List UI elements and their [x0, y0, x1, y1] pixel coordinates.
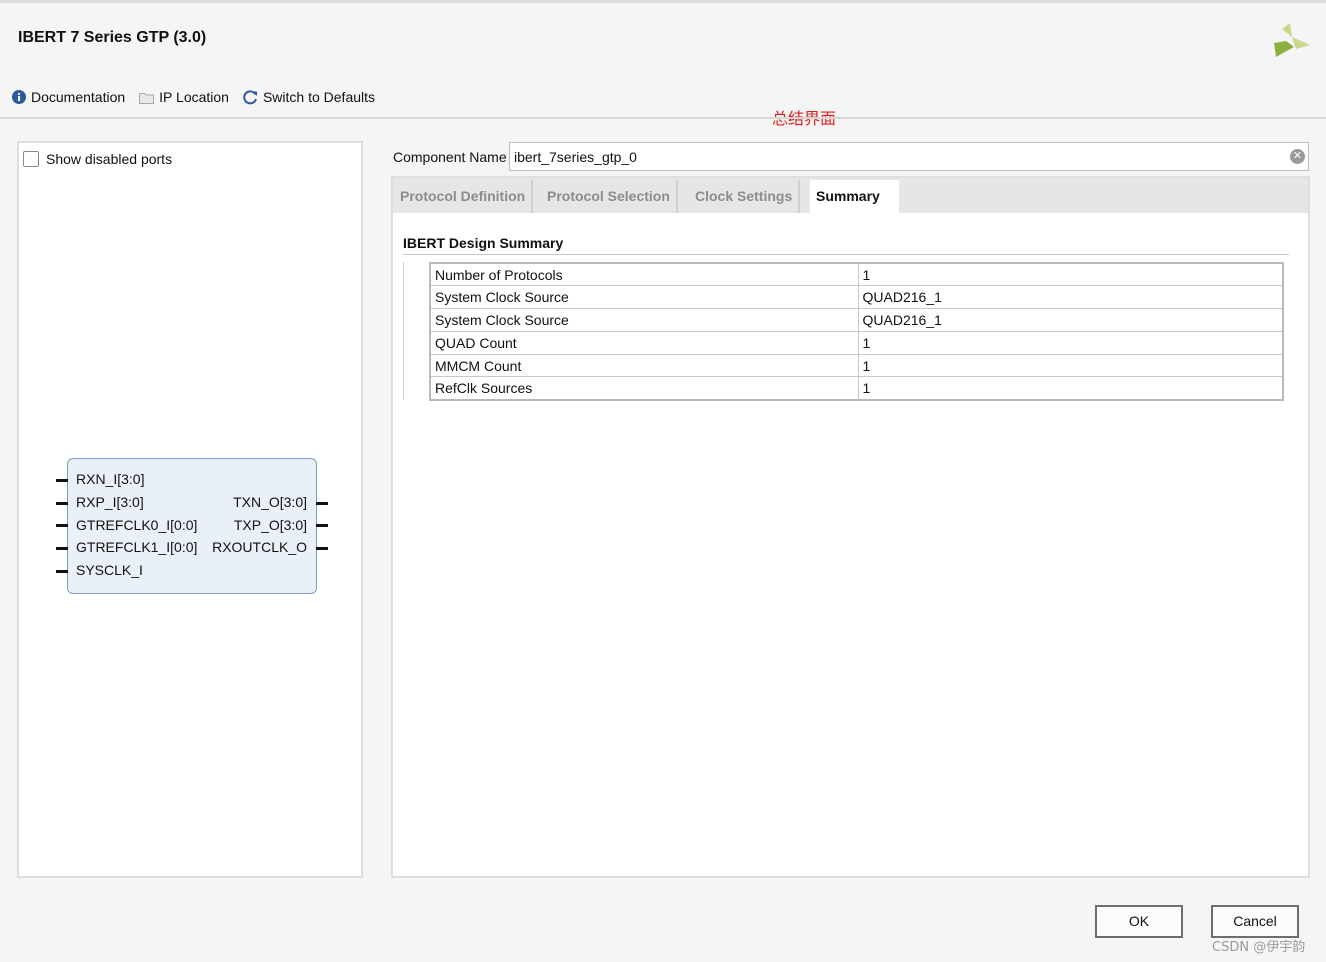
summary-key: Number of Protocols: [430, 263, 859, 287]
ok-button[interactable]: OK: [1095, 905, 1183, 938]
table-row: MMCM Count 1: [430, 354, 1283, 378]
output-port-label: RXOUTCLK_O: [212, 539, 307, 555]
summary-key: System Clock Source: [430, 285, 859, 310]
input-port-label: SYSCLK_I: [76, 562, 143, 578]
ip-location-label: IP Location: [159, 89, 229, 105]
input-port-label: GTREFCLK0_I[0:0]: [76, 517, 198, 533]
input-port-label: RXN_I[3:0]: [76, 471, 145, 487]
tab-protocol-definition[interactable]: Protocol Definition: [394, 180, 534, 213]
summary-key: MMCM Count: [430, 354, 859, 378]
table-row: System Clock Source QUAD216_1: [430, 285, 1283, 310]
input-port-label: RXP_I[3:0]: [76, 494, 144, 510]
summary-value: 1: [862, 380, 871, 397]
refresh-icon: [243, 89, 257, 104]
summary-key: QUAD Count: [430, 331, 859, 355]
component-name-label: Component Name: [393, 149, 507, 165]
summary-divider: [403, 254, 1289, 255]
config-panel: Protocol Definition Protocol Selection C…: [391, 176, 1310, 878]
header-divider: [0, 117, 1326, 119]
info-icon: [12, 90, 26, 104]
port-pin: [56, 502, 68, 505]
documentation-label: Documentation: [31, 89, 126, 105]
tab-summary[interactable]: Summary: [810, 180, 899, 213]
summary-table: Number of Protocols 1 System Clock Sourc…: [429, 262, 1284, 401]
summary-value: 1: [858, 354, 1283, 378]
summary-indent: [403, 262, 428, 400]
summary-value: QUAD216_1: [858, 308, 1283, 332]
toolbar: Documentation IP Location Switch to Defa…: [12, 88, 375, 106]
xilinx-logo-icon: [1274, 23, 1310, 57]
symbol-panel: Show disabled ports RXN_I[3:0] RXP_I[3:0…: [17, 141, 363, 878]
table-row: QUAD Count 1: [430, 331, 1283, 355]
dialog-title: IBERT 7 Series GTP (3.0): [18, 29, 207, 46]
component-name-input[interactable]: [509, 142, 1309, 171]
summary-title: IBERT Design Summary: [403, 235, 564, 251]
folder-icon: [139, 92, 155, 104]
documentation-button[interactable]: Documentation: [12, 89, 125, 105]
table-row: RefClk Sources 1: [430, 376, 1283, 400]
show-disabled-ports-checkbox[interactable]: [23, 151, 39, 167]
port-pin: [316, 547, 328, 550]
summary-key: System Clock Source: [430, 308, 859, 332]
table-row: System Clock Source QUAD216_1: [430, 308, 1283, 332]
summary-value: QUAD216_1: [858, 285, 1283, 310]
ip-symbol-block: RXN_I[3:0] RXP_I[3:0] GTREFCLK0_I[0:0] G…: [56, 458, 328, 594]
show-disabled-ports-label: Show disabled ports: [46, 151, 173, 167]
table-row: Number of Protocols 1: [430, 263, 1283, 287]
clear-icon[interactable]: ✕: [1290, 149, 1305, 164]
show-disabled-ports-row[interactable]: Show disabled ports: [23, 151, 172, 167]
cancel-button[interactable]: Cancel: [1211, 905, 1299, 938]
input-port-label: GTREFCLK1_I[0:0]: [76, 539, 198, 555]
output-port-label: TXP_O[3:0]: [233, 517, 307, 533]
switch-to-defaults-label: Switch to Defaults: [262, 89, 376, 105]
ip-location-button[interactable]: IP Location: [139, 89, 229, 105]
port-pin: [56, 524, 68, 527]
tab-clock-settings[interactable]: Clock Settings: [689, 180, 801, 213]
port-pin: [56, 547, 68, 550]
switch-to-defaults-button[interactable]: Switch to Defaults: [243, 89, 375, 105]
output-port-label: TXN_O[3:0]: [233, 494, 307, 510]
watermark: CSDN @伊宇韵: [1212, 940, 1306, 955]
port-pin: [316, 502, 328, 505]
port-pin: [56, 570, 68, 573]
port-pin: [56, 479, 68, 482]
tab-protocol-selection[interactable]: Protocol Selection: [541, 180, 678, 213]
tab-bar: Protocol Definition Protocol Selection C…: [393, 178, 1308, 213]
port-pin: [316, 524, 328, 527]
summary-value: 1: [858, 331, 1283, 355]
summary-value: 1: [858, 263, 1283, 287]
summary-key: RefClk Sources: [430, 376, 859, 400]
